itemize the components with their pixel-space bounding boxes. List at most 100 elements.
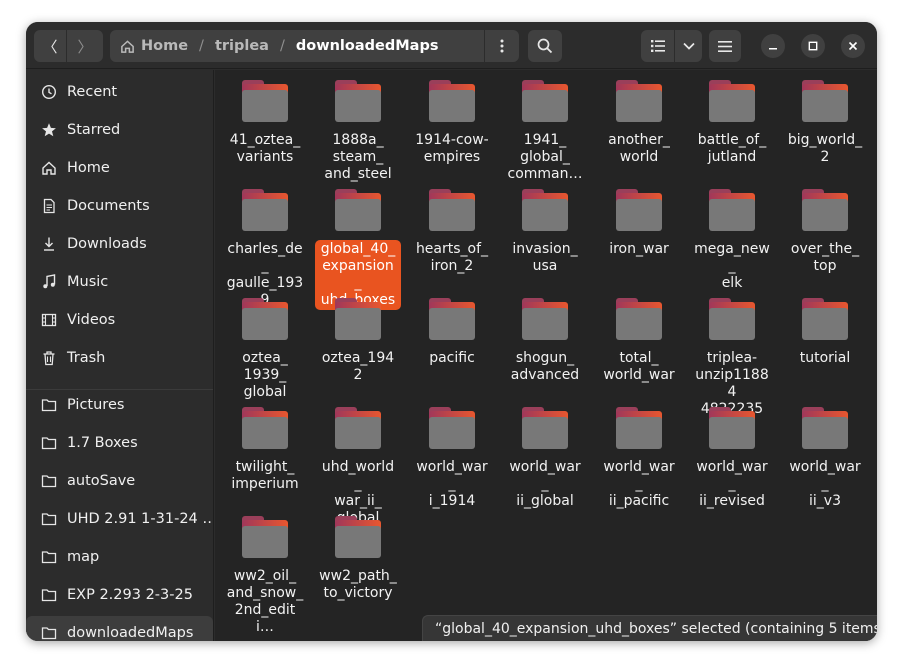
sidebar-item-starred[interactable]: Starred xyxy=(26,113,213,147)
sidebar-item-trash[interactable]: Trash xyxy=(26,341,213,375)
sidebar-item-downloads[interactable]: Downloads xyxy=(26,227,213,261)
folder-item[interactable]: charles_de_ gaulle_1939 xyxy=(222,189,308,310)
folder-item[interactable]: shogun_ advanced xyxy=(502,298,588,385)
folder-label-line: world_war_ xyxy=(416,459,488,492)
sidebar-item-music[interactable]: Music xyxy=(26,265,213,299)
path-segment-home[interactable]: Home xyxy=(141,38,188,54)
folder-item[interactable]: pacific xyxy=(409,298,495,368)
folder-item[interactable]: global_40_ expansion_ uhd_boxes xyxy=(315,189,401,310)
folder-label: ww2_path_ to_victory xyxy=(315,567,401,603)
minimize-icon xyxy=(769,48,777,50)
folder-item[interactable]: invasion_ usa xyxy=(502,189,588,276)
folder-label-line: world_war_ xyxy=(509,459,581,492)
folder-item[interactable]: oztea_1942 xyxy=(315,298,401,385)
path-segment-triplea[interactable]: triplea xyxy=(215,38,269,54)
folder-item[interactable]: over_the_ top xyxy=(782,189,868,276)
folder-item[interactable]: iron_war xyxy=(596,189,682,259)
sidebar-item-documents[interactable]: Documents xyxy=(26,189,213,223)
file-manager-window: 〈 〉 Home / triplea / downloadedMaps Rece… xyxy=(26,22,877,641)
folder-icon xyxy=(709,80,755,122)
folder-label: 1941_ global_ comman… xyxy=(504,131,587,184)
sidebar-item-map[interactable]: map xyxy=(26,540,213,574)
sidebar-item-videos[interactable]: Videos xyxy=(26,303,213,337)
path-menu-button[interactable] xyxy=(485,30,519,62)
sidebar-item-1-7-boxes[interactable]: 1.7 Boxes xyxy=(26,426,213,460)
view-options-dropdown[interactable] xyxy=(675,30,702,62)
folder-item[interactable]: twilight_ imperium xyxy=(222,407,308,494)
sidebar-item-label: Documents xyxy=(67,198,150,214)
folder-item[interactable]: 41_oztea_ variants xyxy=(222,80,308,167)
sidebar-item-downloadedmaps[interactable]: downloadedMaps xyxy=(26,616,213,641)
sidebar-item-label: EXP 2.293 2-3-25 xyxy=(67,587,193,603)
main-menu-button[interactable] xyxy=(709,30,741,62)
folder-label-line: uhd_world_ xyxy=(321,459,395,492)
file-grid: 41_oztea_ variants 1888a_ steam_ and_steel 19… xyxy=(215,70,877,641)
folder-icon xyxy=(429,189,475,231)
folder-label: hearts_of_ iron_2 xyxy=(412,240,492,276)
status-bar: “global_40_expansion_uhd_boxes” selected… xyxy=(422,615,877,641)
folder-label-line: comman… xyxy=(507,166,583,182)
back-button[interactable]: 〈 xyxy=(34,30,66,62)
close-icon xyxy=(848,41,858,51)
folder-item[interactable]: mega_new_ elk xyxy=(689,189,775,293)
chevron-down-icon xyxy=(682,42,695,50)
folder-label: battle_of_ jutland xyxy=(694,131,770,167)
sidebar-item-exp[interactable]: EXP 2.293 2-3-25 xyxy=(26,578,213,612)
folder-item[interactable]: world_war_ i_1914 xyxy=(409,407,495,511)
folder-label-line: ii_v3 xyxy=(809,493,841,509)
folder-label: 1888a_ steam_ and_steel xyxy=(320,131,395,184)
folder-item[interactable]: ww2_oil_ and_snow_ 2nd_editi… xyxy=(222,516,308,637)
folder-icon xyxy=(40,586,58,604)
folder-item[interactable]: ww2_path_ to_victory xyxy=(315,516,401,603)
sidebar-item-pictures[interactable]: Pictures xyxy=(26,388,213,422)
folder-label: mega_new_ elk xyxy=(689,240,775,293)
folder-label: another_ world xyxy=(604,131,674,167)
folder-icon xyxy=(802,298,848,340)
list-view-button[interactable] xyxy=(641,30,674,62)
folder-label-line: i_1914 xyxy=(428,493,476,509)
video-icon xyxy=(40,311,58,329)
search-button[interactable] xyxy=(528,30,562,62)
folder-label: tutorial xyxy=(796,349,855,368)
folder-item[interactable]: oztea_ 1939_ global xyxy=(222,298,308,402)
sidebar-item-autosave[interactable]: autoSave xyxy=(26,464,213,498)
folder-label-line: and_steel xyxy=(324,166,392,182)
folder-icon xyxy=(429,407,475,449)
sidebar-item-label: UHD 2.91 1-31-24 … xyxy=(67,511,213,527)
folder-label-line: variants xyxy=(236,149,294,165)
path-separator: / xyxy=(199,38,204,54)
folder-icon xyxy=(709,298,755,340)
sidebar-item-home[interactable]: Home xyxy=(26,151,213,185)
forward-button[interactable]: 〉 xyxy=(67,30,103,62)
folder-item[interactable]: world_war_ ii_global xyxy=(502,407,588,511)
folder-label-line: shogun_ xyxy=(515,350,575,366)
folder-item[interactable]: world_war_ ii_pacific xyxy=(596,407,682,511)
sidebar-item-label: autoSave xyxy=(67,473,136,489)
folder-label-line: charles_de_ xyxy=(227,241,303,274)
folder-label-line: to_victory xyxy=(323,585,393,601)
folder-item[interactable]: battle_of_ jutland xyxy=(689,80,775,167)
folder-item[interactable]: 1941_ global_ comman… xyxy=(502,80,588,184)
folder-item[interactable]: hearts_of_ iron_2 xyxy=(409,189,495,276)
folder-item[interactable]: uhd_world_ war_ii_ global xyxy=(315,407,401,528)
folder-label: twilight_ imperium xyxy=(227,458,302,494)
minimize-button[interactable] xyxy=(761,34,785,58)
folder-label-line: and_snow_ xyxy=(226,585,304,601)
sidebar-item-uhd[interactable]: UHD 2.91 1-31-24 … xyxy=(26,502,213,536)
folder-item[interactable]: world_war_ ii_revised xyxy=(689,407,775,511)
folder-item[interactable]: world_war_ ii_v3 xyxy=(782,407,868,511)
maximize-button[interactable] xyxy=(801,34,825,58)
path-segment-current[interactable]: downloadedMaps xyxy=(296,38,439,54)
folder-item[interactable]: another_ world xyxy=(596,80,682,167)
sidebar-item-label: downloadedMaps xyxy=(67,625,194,641)
folder-item[interactable]: total_ world_war xyxy=(596,298,682,385)
folder-icon xyxy=(616,407,662,449)
close-button[interactable] xyxy=(841,34,865,58)
folder-item[interactable]: 1914-cow-empires xyxy=(409,80,495,167)
folder-item[interactable]: 1888a_ steam_ and_steel xyxy=(315,80,401,184)
folder-item[interactable]: tutorial xyxy=(782,298,868,368)
sidebar-item-recent[interactable]: Recent xyxy=(26,75,213,109)
folder-icon xyxy=(40,472,58,490)
folder-label-line: advanced xyxy=(510,367,580,383)
folder-item[interactable]: big_world_ 2 xyxy=(782,80,868,167)
